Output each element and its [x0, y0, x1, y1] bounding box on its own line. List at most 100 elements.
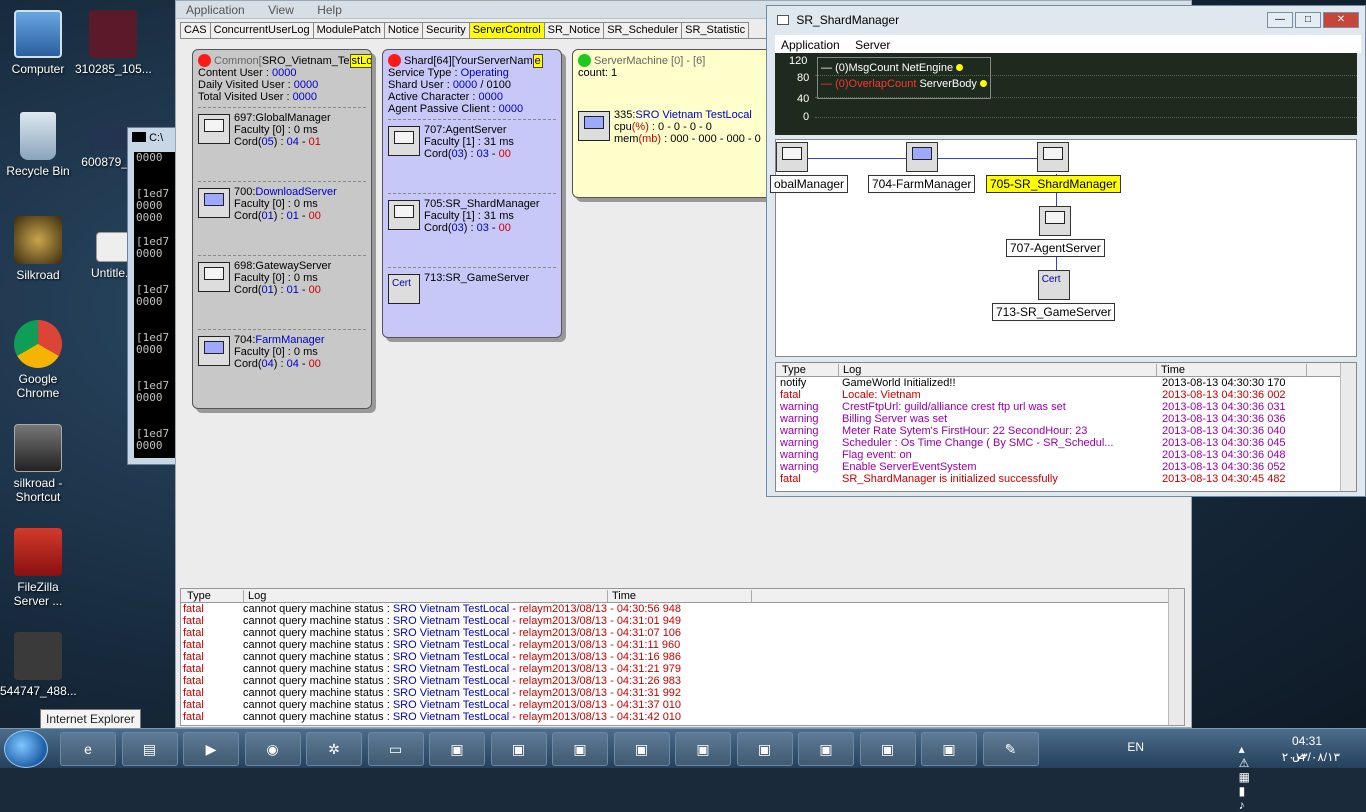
tab-sr-statistic[interactable]: SR_Statistic [681, 22, 750, 38]
taskbar-app1-button[interactable]: ▣ [429, 732, 485, 766]
shard-manager-window[interactable]: SR_ShardManager — □ ✕ Application Server 1… [766, 5, 1366, 497]
server-entry-shard-manager[interactable]: 705:SR_ShardManager Faculty [1] : 31 ms … [388, 193, 556, 263]
menu-application[interactable]: Application [176, 1, 255, 17]
taskbar-paint-button[interactable]: ✎ [982, 732, 1039, 766]
menu-application[interactable]: Application [775, 35, 846, 55]
desktop-icon-filezilla[interactable]: FileZilla Server ... [0, 528, 76, 608]
tab-module-patch[interactable]: ModulePatch [312, 22, 385, 38]
language-indicator[interactable]: EN [1127, 740, 1144, 754]
log-row[interactable]: fatal cannot query machine status : SRO V… [181, 699, 1184, 711]
desktop-icon-image-1[interactable]: 310285_105... [75, 10, 152, 76]
shard-panel[interactable]: Shard[64][YourServerNam e Service Type : … [382, 49, 562, 338]
clock-date[interactable]: ٢٠١٣/٠٨/١٣ [1282, 750, 1340, 764]
log-row[interactable]: fatal cannot query machine status : SRO V… [181, 615, 1184, 627]
log-row[interactable]: warning Enable ServerEventSystem 2013-08-1… [776, 461, 1356, 473]
log-type: fatal [780, 389, 801, 401]
log-row[interactable]: warning Billing Server was set 2013-08-13 … [776, 413, 1356, 425]
taskbar-app2-button[interactable]: ▣ [490, 732, 547, 766]
log-type: notify [780, 377, 807, 389]
log-row[interactable]: notify GameWorld Initialized!! 2013-08-13 … [776, 377, 1356, 389]
machine-entry[interactable]: 335:SRO Vietnam TestLocal cpu(%) : 0 - 0… [578, 105, 766, 175]
node-shard-manager[interactable]: 705-SR_ShardManager [986, 142, 1121, 193]
log-row[interactable]: warning CrestFtpUrl: guild/alliance crest… [776, 401, 1356, 413]
maximize-button[interactable]: □ [1295, 12, 1321, 28]
taskbar-file-explorer-button[interactable]: ▤ [121, 732, 178, 766]
taskbar-app3-button[interactable]: ▣ [552, 732, 608, 766]
taskbar-internet-explorer-button[interactable]: e [60, 732, 116, 766]
tab-cas[interactable]: CAS [180, 22, 211, 38]
log-row[interactable]: fatal Locale: Vietnam 2013-08-13 04:30:36 … [776, 389, 1356, 401]
server-machine-panel[interactable]: ServerMachine [0] - [6] count: 1 335:SRO… [572, 49, 772, 198]
menu-help[interactable]: Help [307, 1, 352, 17]
main-log-scrollbar[interactable] [1168, 589, 1184, 725]
log-row[interactable]: fatal cannot query machine status : SRO V… [181, 675, 1184, 687]
log-row[interactable]: warning Meter Rate Sytem's FirstHour: 22 … [776, 425, 1356, 437]
taskbar-app-button[interactable]: ✲ [306, 732, 362, 766]
console-window[interactable]: C:\ 0000 [1ed7 0000 0000 [1ed7 0000 [1ed7 0000[… [127, 127, 179, 465]
server-entry-global-manager[interactable]: 697:GlobalManager Faculty [0] : 0 ms Cor… [198, 107, 366, 177]
server-entry-download-server[interactable]: 700:DownloadServer Faculty [0] : 0 ms Co… [198, 181, 366, 251]
desktop-icon-computer[interactable]: Computer [0, 10, 76, 76]
tab-sr-notice[interactable]: SR_Notice [543, 22, 605, 38]
server-entry-agent-server[interactable]: 707:AgentServer Faculty [1] : 31 ms Cord… [388, 119, 556, 189]
log-row[interactable]: warning Scheduler : Os Time Change ( By S… [776, 437, 1356, 449]
console-line: 0000 [136, 295, 163, 308]
log-row[interactable]: fatal cannot query machine status : SRO V… [181, 711, 1184, 723]
taskbar-chrome-button[interactable]: ◉ [244, 732, 301, 766]
node-farm-manager[interactable]: 704-FarmManager [868, 142, 976, 193]
node-global-manager[interactable]: obalManager [770, 142, 849, 193]
log-text: cannot query machine status : [243, 627, 393, 639]
shard-log-scrollbar[interactable] [1340, 363, 1356, 491]
console-line: 0000 [136, 439, 163, 452]
menu-view[interactable]: View [258, 1, 304, 17]
menu-server[interactable]: Server [849, 35, 896, 55]
taskbar-app4-button[interactable]: ▣ [613, 732, 670, 766]
taskbar-app6-button[interactable]: ▣ [736, 732, 793, 766]
tab-security[interactable]: Security [422, 22, 470, 38]
log-row[interactable]: fatal cannot query machine status : SRO V… [181, 687, 1184, 699]
log-row[interactable]: warning Flag event: on 2013-08-13 04:30:36… [776, 449, 1356, 461]
desktop-icon-chrome[interactable]: Google Chrome [0, 320, 76, 400]
taskbar-app8-button[interactable]: ▣ [859, 732, 916, 766]
log-row[interactable]: fatal SR_ShardManager is initialized succ… [776, 473, 1356, 485]
monitor-icon [198, 262, 230, 292]
shard-window-titlebar[interactable]: SR_ShardManager — □ ✕ [767, 6, 1365, 32]
log-machine: SRO Vietnam TestLocal [392, 711, 510, 723]
taskbar-media-player-button[interactable]: ▶ [183, 732, 239, 766]
tab-server-control[interactable]: ServerControl [468, 22, 545, 38]
server-entry-game-server[interactable]: Cert 713:SR_GameServer [388, 267, 556, 307]
common-panel[interactable]: Common[SRO_Vietnam_TestLoc Content User … [192, 49, 372, 409]
main-log-list[interactable]: Type Log Time fatal cannot query machine … [180, 588, 1185, 726]
shard-menubar: Application Server [775, 35, 1361, 53]
minimize-button[interactable]: — [1267, 12, 1293, 28]
taskbar-app5-button[interactable]: ▣ [675, 732, 731, 766]
start-button[interactable] [4, 730, 48, 768]
desktop-icon-silkroad[interactable]: Silkroad [0, 216, 76, 282]
tab-concurrent-user-log[interactable]: ConcurrentUserLog [209, 22, 314, 38]
desktop-icon-recycle-bin[interactable]: Recycle Bin [0, 112, 76, 178]
close-button[interactable]: ✕ [1323, 12, 1359, 28]
log-time: 2013/08/13 - 04:30:56 948 [551, 603, 682, 615]
tab-sr-scheduler[interactable]: SR_Scheduler [603, 22, 683, 38]
server-topology[interactable]: obalManager 704-FarmManager 705-SR_Shard… [770, 139, 1357, 357]
desktop-icon-silkroad-shortcut[interactable]: silkroad - Shortcut [0, 424, 76, 504]
server-entry-farm-manager[interactable]: 704:FarmManager Faculty [0] : 0 ms Cord(… [198, 329, 366, 399]
internet-explorer-icon: e [84, 741, 92, 757]
log-row[interactable]: fatal cannot query machine status : SRO V… [181, 663, 1184, 675]
log-relay: - relaym [509, 675, 552, 687]
taskbar-cmd-button[interactable]: ▭ [367, 732, 424, 766]
node-agent-server[interactable]: 707-AgentServer [1006, 206, 1105, 257]
log-row[interactable]: fatal cannot query machine status : SRO V… [181, 603, 1184, 615]
server-entry-gateway-server[interactable]: 698:GatewayServer Faculty [0] : 0 ms Cor… [198, 255, 366, 325]
taskbar-app7-button[interactable]: ▣ [798, 732, 854, 766]
desktop-icon-image-3[interactable]: 544747_488... [0, 632, 77, 698]
taskbar-app9-button[interactable]: ▣ [921, 732, 977, 766]
app-icon [777, 15, 789, 25]
log-row[interactable]: fatal cannot query machine status : SRO V… [181, 627, 1184, 639]
tab-notice[interactable]: Notice [383, 22, 424, 38]
shard-log-list[interactable]: Type Log Time notify GameWorld Initialize… [775, 362, 1357, 492]
log-row[interactable]: fatal cannot query machine status : SRO V… [181, 639, 1184, 651]
log-row[interactable]: fatal cannot query machine status : SRO V… [181, 651, 1184, 663]
node-game-server[interactable]: Cert 713-SR_GameServer [992, 270, 1116, 321]
monitor-icon [198, 188, 230, 218]
